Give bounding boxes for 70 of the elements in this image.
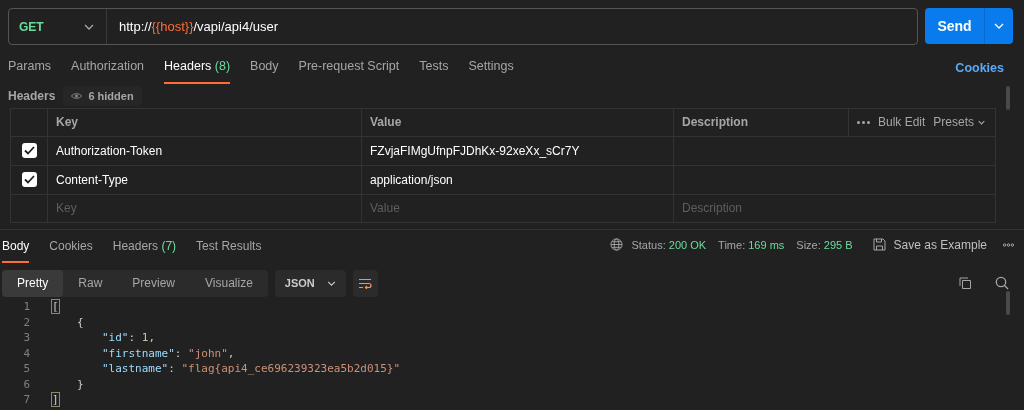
tab[interactable]: Params <box>8 57 52 84</box>
table-cell-text: Content-Type <box>56 171 129 189</box>
line-number: 5 <box>22 361 31 378</box>
bulk-edit-button[interactable]: Bulk Edit <box>878 113 926 132</box>
line-number: 7 <box>22 392 31 409</box>
tab[interactable]: Test Results <box>196 236 262 263</box>
chevron-icon <box>994 23 1004 29</box>
code-line: "lastname": "flag{api4_ce696239323ea5b2d015}" <box>102 361 401 378</box>
section-title: Headers <box>8 87 56 105</box>
url-bar[interactable]: GET http://{{host}}/vapi/api4/user <box>8 8 918 45</box>
key-field[interactable]: Key <box>56 199 353 218</box>
code-line: "id": 1, <box>102 330 155 347</box>
view-mode-tab[interactable]: Pretty <box>2 269 64 297</box>
tab[interactable]: Headers (7) <box>112 236 177 263</box>
wrap-button[interactable] <box>352 269 378 297</box>
code-line: { <box>77 314 84 331</box>
column-header: Description <box>682 114 748 132</box>
table-cell-text: Authorization-Token <box>56 142 163 160</box>
code-line: } <box>77 376 84 393</box>
tab[interactable]: Authorization <box>71 57 145 84</box>
value-field[interactable]: Value <box>370 199 665 218</box>
response-stat: Size: 295 B <box>796 237 853 253</box>
more-icon[interactable] <box>857 120 870 124</box>
send-button[interactable]: Send <box>925 8 1013 44</box>
wrap-lines-icon <box>358 277 373 289</box>
response-stat: Time: 169 ms <box>718 237 785 253</box>
code-line: ] <box>52 392 59 409</box>
more-icon[interactable] <box>1003 242 1014 247</box>
scrollbar[interactable] <box>1006 86 1010 110</box>
globe-icon[interactable] <box>610 238 624 252</box>
tab[interactable]: Body <box>250 57 279 84</box>
response-stat: Status: 200 OK <box>631 237 707 253</box>
checkbox[interactable] <box>21 143 37 159</box>
line-number: 1 <box>22 299 31 316</box>
code-line: [ <box>52 299 59 316</box>
tab[interactable]: Settings <box>468 57 514 84</box>
line-number: 6 <box>22 376 31 393</box>
line-number: 2 <box>22 314 31 331</box>
tab[interactable]: Tests <box>419 57 449 84</box>
tab[interactable]: Headers (8) <box>164 57 231 84</box>
view-mode-tab[interactable]: Visualize <box>190 269 268 297</box>
save-example-button[interactable]: Save as Example <box>872 235 987 254</box>
copy-icon[interactable] <box>959 276 972 290</box>
column-header: Key <box>56 114 78 132</box>
hidden-headers-toggle[interactable]: 6 hidden <box>63 85 142 106</box>
code-line: "firstname": "john", <box>102 345 235 362</box>
column-header: Value <box>370 114 402 132</box>
tab[interactable]: Pre-request Script <box>298 57 400 84</box>
view-mode-tab[interactable]: Preview <box>117 269 191 297</box>
table-cell-text: FZvjaFIMgUfnpFJDhKx-92xeXx_sCr7Y <box>370 142 580 160</box>
search-icon[interactable] <box>995 276 1009 291</box>
save-icon <box>872 238 886 252</box>
tab[interactable]: Cookies <box>49 236 93 263</box>
checkbox[interactable] <box>21 172 37 188</box>
cookies-link[interactable]: Cookies <box>955 59 1004 84</box>
eye-icon <box>71 91 83 100</box>
description-field[interactable]: Description <box>682 199 987 218</box>
scrollbar[interactable] <box>1006 291 1010 315</box>
table-cell-text: application/json <box>370 171 453 189</box>
chevron-icon <box>326 280 336 286</box>
format-dropdown[interactable]: JSON <box>274 269 346 297</box>
method-dropdown[interactable]: GET <box>9 9 107 44</box>
tab[interactable]: Body <box>2 236 30 263</box>
url-text: http://{{host}}/vapi/api4/user <box>118 17 279 36</box>
line-number: 4 <box>22 345 31 362</box>
line-number: 3 <box>22 330 31 347</box>
chevron-icon <box>978 119 986 125</box>
view-mode-tab[interactable]: Raw <box>63 269 118 297</box>
chevron-icon <box>84 23 94 30</box>
presets-dropdown[interactable]: Presets <box>933 113 986 132</box>
